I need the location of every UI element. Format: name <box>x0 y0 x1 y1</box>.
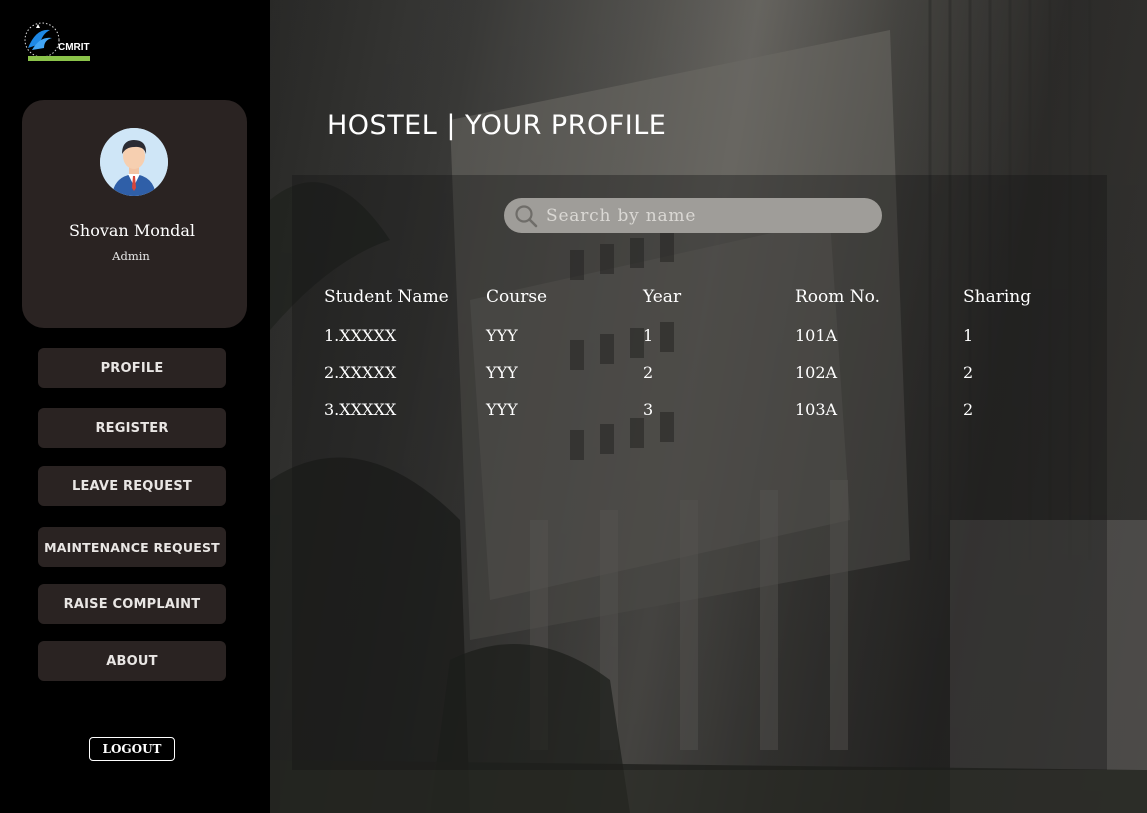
search-bar[interactable] <box>504 198 882 233</box>
cell-student-name: 3.XXXXX <box>324 400 397 419</box>
search-icon <box>515 205 538 228</box>
nav-register-button[interactable]: REGISTER <box>38 408 226 448</box>
cell-year: 3 <box>643 400 654 419</box>
page-title: HOSTEL | YOUR PROFILE <box>327 110 667 141</box>
cell-year: 2 <box>643 363 654 382</box>
content-panel <box>292 175 1107 770</box>
cell-year: 1 <box>643 326 654 345</box>
main-content: HOSTEL | YOUR PROFILE Student Name Cours… <box>270 0 1147 813</box>
profile-card: Shovan Mondal Admin <box>22 100 247 328</box>
cmrit-logo[interactable]: CMRIT <box>22 18 92 64</box>
nav-about-button[interactable]: ABOUT <box>38 641 226 681</box>
logo-text: CMRIT <box>58 42 90 53</box>
cell-student-name: 2.XXXXX <box>324 363 397 382</box>
cell-course: YYY <box>486 363 518 382</box>
profile-role: Admin <box>112 249 150 263</box>
cell-room-no: 101A <box>795 326 838 345</box>
column-header-year: Year <box>643 287 682 307</box>
nav-profile-button[interactable]: PROFILE <box>38 348 226 388</box>
user-avatar-icon <box>100 128 168 196</box>
column-header-sharing: Sharing <box>963 287 1032 307</box>
cell-course: YYY <box>486 400 518 419</box>
nav-maintenance-request-button[interactable]: MAINTENANCE REQUEST <box>38 527 226 567</box>
nav-leave-request-button[interactable]: LEAVE REQUEST <box>38 466 226 506</box>
search-input[interactable] <box>546 202 866 229</box>
cell-student-name: 1.XXXXX <box>324 326 397 345</box>
cell-room-no: 102A <box>795 363 838 382</box>
cell-sharing: 1 <box>963 326 974 345</box>
column-header-course: Course <box>486 287 548 307</box>
nav-raise-complaint-button[interactable]: RAISE COMPLAINT <box>38 584 226 624</box>
sidebar: CMRIT Shovan Mondal Admin PROFILE REGIST… <box>0 0 270 813</box>
column-header-room-no: Room No. <box>795 287 881 307</box>
profile-name: Shovan Mondal <box>68 221 196 240</box>
column-header-student-name: Student Name <box>324 287 449 307</box>
cell-sharing: 2 <box>963 363 974 382</box>
cell-sharing: 2 <box>963 400 974 419</box>
logo-strip <box>28 56 90 61</box>
avatar[interactable] <box>100 128 168 196</box>
cell-course: YYY <box>486 326 518 345</box>
cell-room-no: 103A <box>795 400 838 419</box>
logout-button[interactable]: LOGOUT <box>89 737 175 761</box>
